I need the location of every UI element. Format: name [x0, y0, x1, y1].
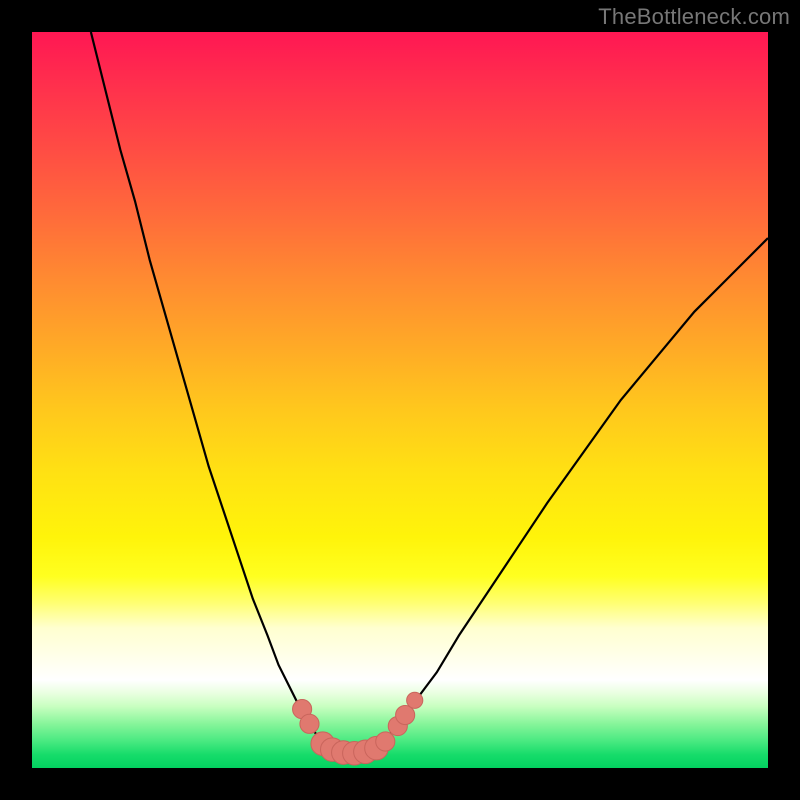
curve-marker	[376, 732, 395, 751]
watermark-text: TheBottleneck.com	[598, 4, 790, 30]
plot-area	[32, 32, 768, 768]
curve-path	[91, 32, 768, 753]
curve-marker	[300, 714, 319, 733]
curve-markers	[293, 692, 423, 765]
bottleneck-curve	[91, 32, 768, 753]
curve-marker	[407, 692, 423, 708]
curve-layer	[32, 32, 768, 768]
chart-frame: TheBottleneck.com	[0, 0, 800, 800]
